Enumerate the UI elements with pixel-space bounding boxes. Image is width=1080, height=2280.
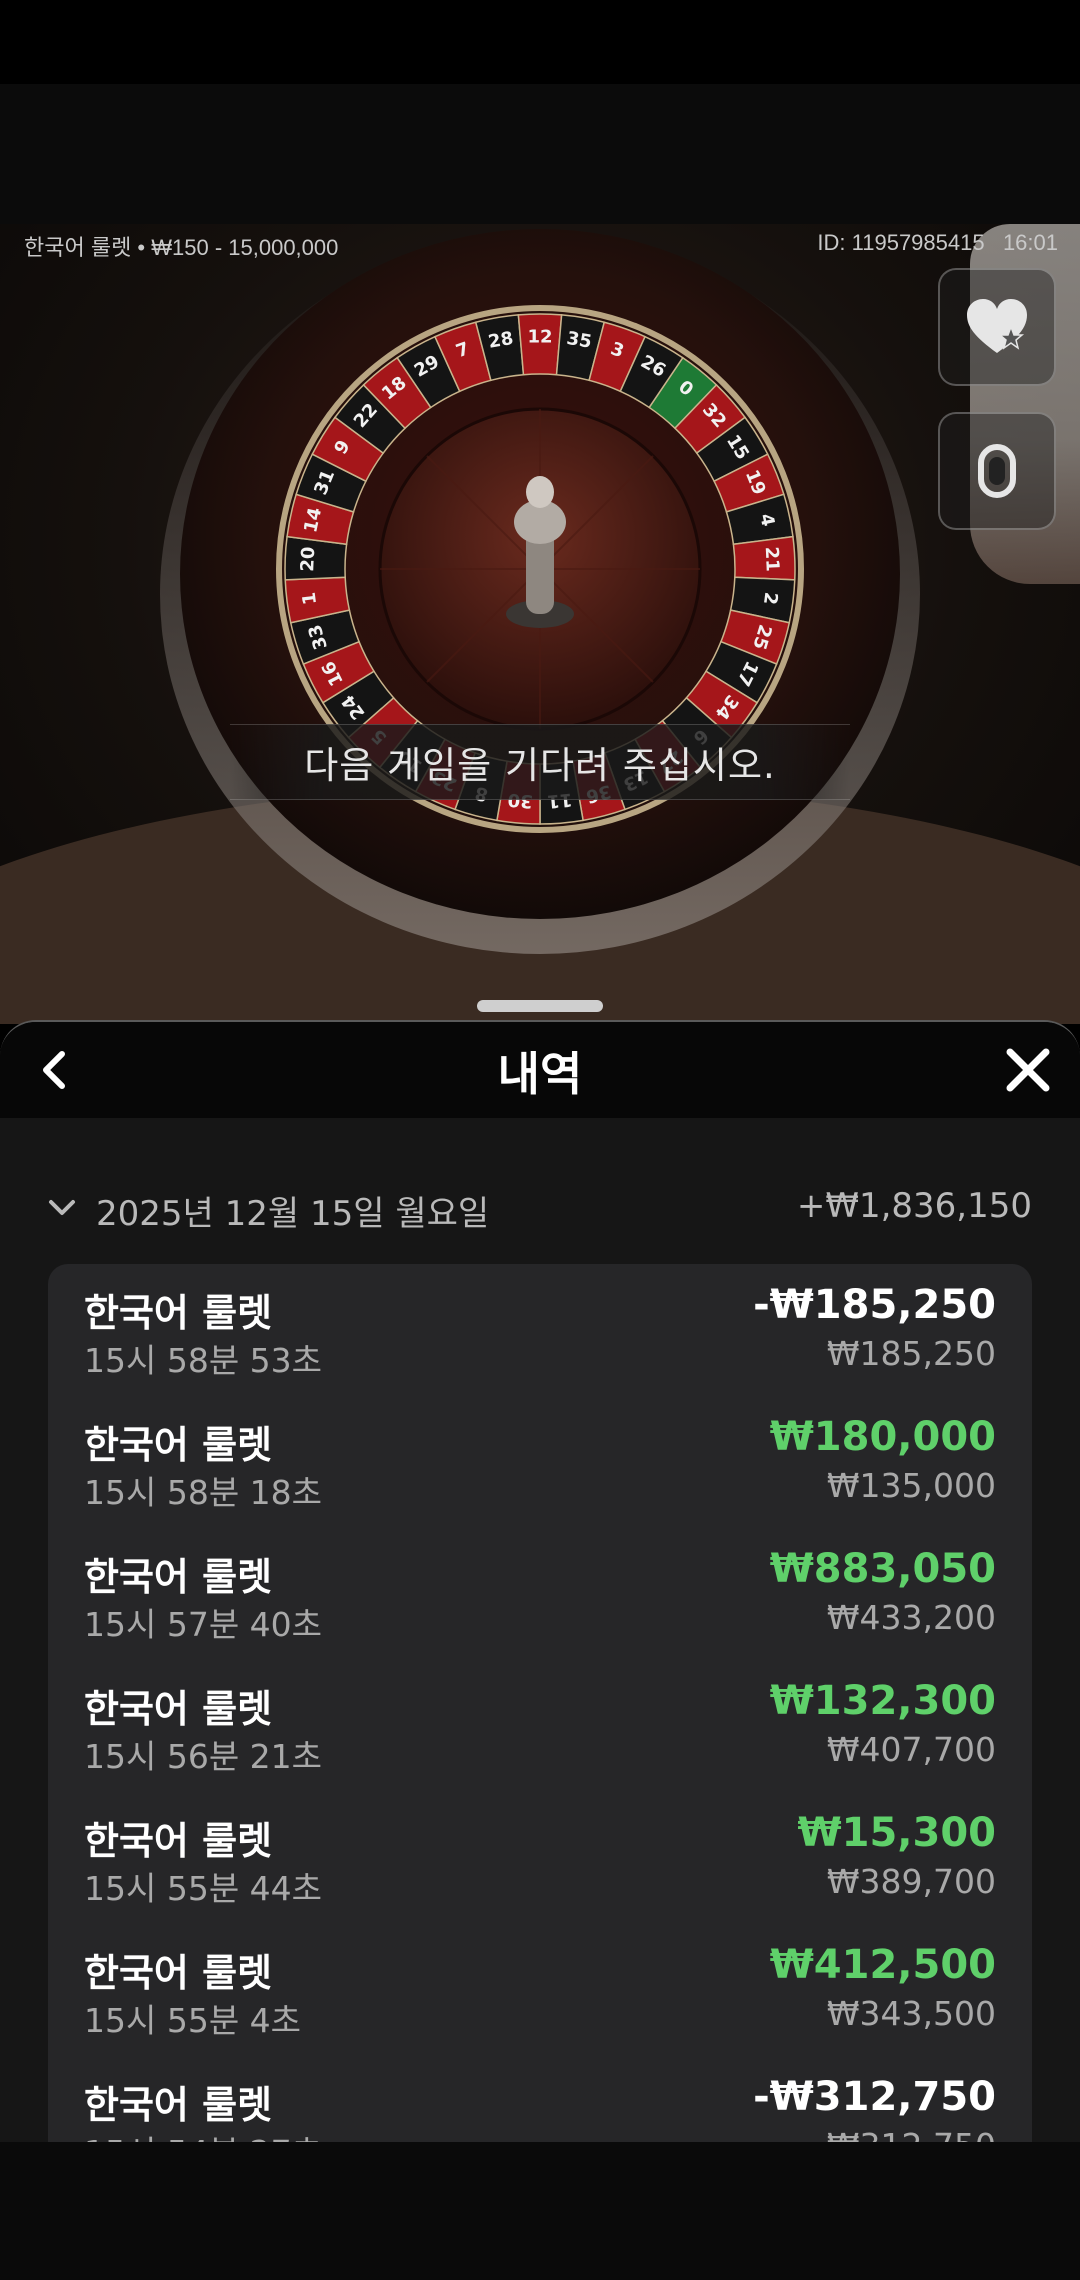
payout-amount: ₩883,050 <box>769 1546 996 1592</box>
wheel-number-28: 28 <box>487 328 515 353</box>
round-time: 15시 58분 18초 <box>84 1473 323 1512</box>
table-info: 한국어 룰렛 • ₩150 - 15,000,000 <box>24 235 339 260</box>
bet-amount: ₩185,250 <box>826 1334 996 1373</box>
round-time: 15시 58분 53초 <box>84 1341 323 1380</box>
sheet-header: 내역 <box>0 1022 1080 1118</box>
clock-time: 16:01 <box>1002 230 1058 255</box>
bet-amount: ₩343,500 <box>826 1994 996 2033</box>
bet-amount: ₩389,700 <box>826 1862 996 1901</box>
payout-amount: ₩180,000 <box>769 1414 996 1460</box>
history-row[interactable]: 한국어 룰렛 15시 58분 18초 ₩180,000 ₩135,000 <box>48 1396 1032 1528</box>
bet-amount: ₩312,750 <box>827 2126 996 2142</box>
wheel-number-20: 20 <box>297 546 319 572</box>
bet-amount: ₩407,700 <box>826 1730 996 1769</box>
game-name: 한국어 룰렛 <box>84 2083 273 2127</box>
status-message: 다음 게임을 기다려 주십시오. <box>230 724 850 800</box>
payout-amount: ₩15,300 <box>797 1810 996 1856</box>
date-total: +₩1,836,150 <box>796 1186 1032 1226</box>
bet-amount: ₩135,000 <box>826 1466 996 1505</box>
wheel-number-2: 2 <box>759 591 781 606</box>
wheel-number-21: 21 <box>761 546 783 572</box>
game-id: ID: 11957985415 <box>817 230 985 255</box>
round-time: 15시 57분 40초 <box>84 1605 323 1644</box>
game-id-and-time: ID: 11957985415 16:01 <box>817 230 1058 256</box>
round-time: 15시 54분 27초 <box>84 2126 322 2142</box>
round-time: 15시 55분 4초 <box>84 2001 302 2040</box>
date-group-header[interactable]: 2025년 12월 15일 월요일 +₩1,836,150 <box>48 1184 1032 1234</box>
heart-star-icon <box>967 299 1027 353</box>
payout-amount: -₩312,750 <box>753 2074 996 2120</box>
history-row[interactable]: 한국어 룰렛 15시 55분 4초 ₩412,500 ₩343,500 <box>48 1924 1032 2056</box>
favorite-button[interactable] <box>938 268 1056 386</box>
history-row[interactable]: 한국어 룰렛 15시 55분 44초 ₩15,300 ₩389,700 <box>48 1792 1032 1924</box>
roulette-wheel: 0321519421225173462713361130823105241633… <box>160 229 920 954</box>
round-time: 15시 55분 44초 <box>84 1869 323 1908</box>
history-row[interactable]: 한국어 룰렛 15시 56분 21초 ₩132,300 ₩407,700 <box>48 1660 1032 1792</box>
chevron-down-icon <box>49 1200 75 1215</box>
game-name: 한국어 룰렛 <box>84 1555 273 1599</box>
sheet-title: 내역 <box>497 1047 583 1101</box>
game-name: 한국어 룰렛 <box>84 1819 273 1863</box>
top-spacer <box>0 84 1080 224</box>
history-sheet: 내역 2025년 12월 15일 월요일 +₩1,836,150 한국어 룰렛 <box>0 1020 1080 2142</box>
status-bar <box>0 0 1080 84</box>
history-list: 한국어 룰렛 15시 58분 53초 -₩185,250 ₩185,250 한국… <box>48 1264 1032 2142</box>
navigation-bar <box>0 2142 1080 2280</box>
game-name: 한국어 룰렛 <box>84 1951 273 1995</box>
history-row[interactable]: 한국어 룰렛 15시 58분 53초 -₩185,250 ₩185,250 <box>48 1264 1032 1396</box>
live-video[interactable]: 0321519421225173462713361130823105241633… <box>0 224 1080 1024</box>
round-time: 15시 56분 21초 <box>84 1737 323 1776</box>
racetrack-button[interactable] <box>938 412 1056 530</box>
game-name: 한국어 룰렛 <box>84 1687 273 1731</box>
game-name: 한국어 룰렛 <box>84 1291 273 1335</box>
game-name: 한국어 룰렛 <box>84 1423 273 1467</box>
close-button[interactable] <box>1002 1044 1054 1096</box>
wheel-number-1: 1 <box>299 591 321 606</box>
sheet-drag-handle[interactable] <box>477 1000 603 1012</box>
wheel-number-12: 12 <box>527 327 552 348</box>
history-row[interactable]: 한국어 룰렛 15시 57분 40초 ₩883,050 ₩433,200 <box>48 1528 1032 1660</box>
wheel-number-35: 35 <box>565 328 593 353</box>
history-content: 2025년 12월 15일 월요일 +₩1,836,150 한국어 룰렛 15시… <box>0 1118 1080 2142</box>
app-screen: 0321519421225173462713361130823105241633… <box>0 0 1080 2280</box>
date-label: 2025년 12월 15일 월요일 <box>96 1194 490 1234</box>
payout-amount: ₩412,500 <box>769 1942 996 1988</box>
history-row[interactable]: 한국어 룰렛 15시 54분 27초 -₩312,750 ₩312,750 <box>48 2056 1032 2142</box>
racetrack-icon <box>978 444 1016 498</box>
close-icon <box>1006 1048 1050 1092</box>
payout-amount: -₩185,250 <box>753 1282 996 1328</box>
payout-amount: ₩132,300 <box>769 1678 996 1724</box>
bet-amount: ₩433,200 <box>826 1598 996 1637</box>
